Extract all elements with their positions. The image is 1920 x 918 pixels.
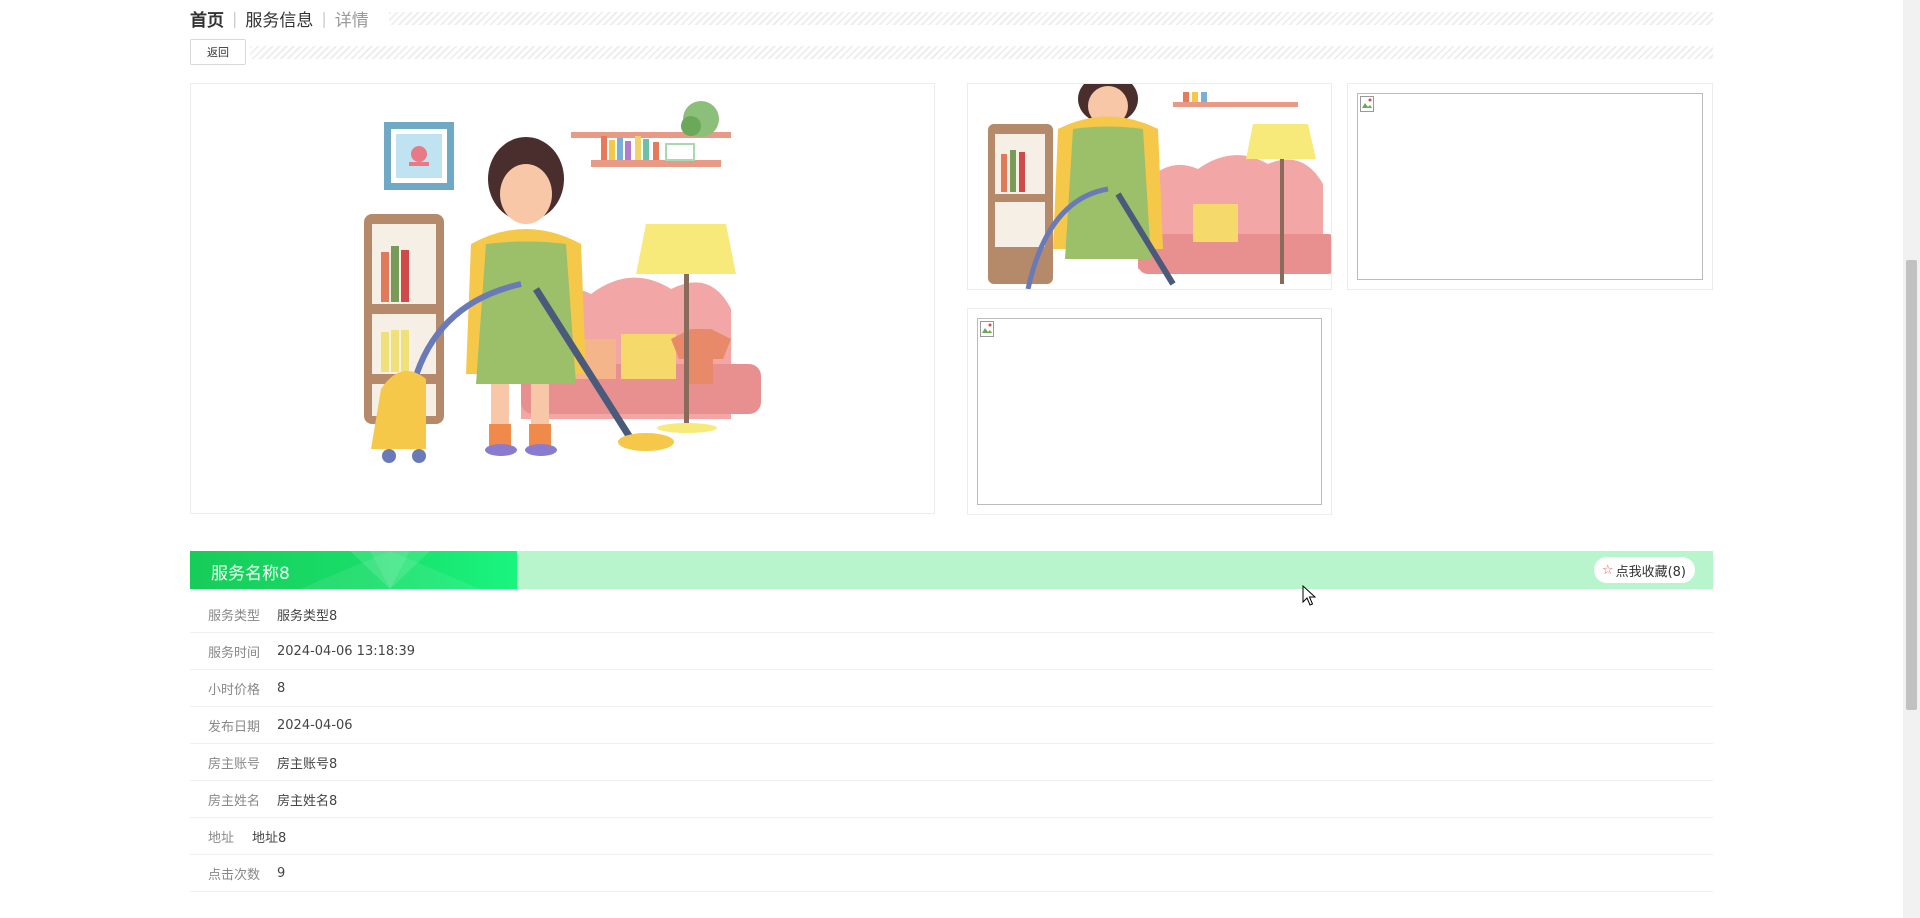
detail-value: 房主账号8 [277,756,338,772]
thumbnail-image-empty[interactable] [1347,83,1713,290]
scrollbar[interactable] [1903,0,1920,918]
detail-row-owner-account: 房主账号 房主账号8 [190,744,1713,781]
breadcrumb-home[interactable]: 首页 [190,6,224,31]
mouse-cursor-icon [1302,585,1316,606]
detail-row-owner-name: 房主姓名 房主姓名8 [190,781,1713,818]
cleaning-illustration-thumbnail [988,84,1331,289]
detail-row-hourly-price: 小时价格 8 [190,670,1713,707]
breadcrumb-separator: | [232,8,238,28]
service-title: 服务名称8 [211,564,290,584]
star-outline-icon: ☆ [1601,562,1614,578]
detail-value: 8 [277,680,286,696]
detail-value: 地址8 [252,830,287,846]
detail-value: 房主姓名8 [277,793,338,809]
back-row: 返回 [190,39,1713,65]
service-details: 服务类型 服务类型8 服务时间 2024-04-06 13:18:39 小时价格… [190,596,1713,892]
detail-label: 房主账号 [208,756,261,772]
detail-row-click-count: 点击次数 9 [190,855,1713,892]
detail-value: 2024-04-06 [277,717,353,733]
detail-label: 房主姓名 [208,793,261,809]
broken-image [977,318,1322,505]
detail-label: 小时价格 [208,682,261,698]
detail-label: 地址 [208,830,235,846]
broken-image-icon [980,321,994,337]
detail-row-service-time: 服务时间 2024-04-06 13:18:39 [190,633,1713,670]
thumbnail-image-empty[interactable] [967,308,1332,515]
detail-value: 9 [277,865,286,881]
detail-row-address: 地址 地址8 [190,818,1713,855]
detail-value: 2024-04-06 13:18:39 [277,643,416,659]
detail-row-service-type: 服务类型 服务类型8 [190,596,1713,633]
favorite-button[interactable]: ☆ 点我收藏(8) [1593,557,1695,583]
detail-value: 服务类型8 [277,608,338,624]
thumbnail-image[interactable] [967,83,1332,290]
detail-label: 发布日期 [208,719,261,735]
breadcrumb-current: 详情 [334,10,369,31]
detail-label: 点击次数 [208,867,261,883]
detail-label: 服务类型 [208,608,261,624]
back-button[interactable]: 返回 [190,39,246,65]
back-row-decoration [250,45,1713,59]
scrollbar-thumb[interactable] [1906,260,1917,710]
breadcrumb-decoration [388,11,1713,25]
favorite-label: 点我收藏(8) [1615,564,1686,580]
broken-image [1357,93,1703,280]
breadcrumb: 首页 | 服务信息 | 详情 [190,6,1713,31]
service-title-block: 服务名称8 [190,551,517,589]
cleaning-illustration [364,101,761,463]
breadcrumb-separator: | [321,8,327,28]
broken-image-icon [1360,96,1374,112]
detail-row-publish-date: 发布日期 2024-04-06 [190,707,1713,744]
breadcrumb-section[interactable]: 服务信息 [245,6,313,31]
main-image[interactable] [190,83,935,514]
detail-label: 服务时间 [208,645,261,661]
service-title-bar: 服务名称8 ☆ 点我收藏(8) [190,551,1713,589]
